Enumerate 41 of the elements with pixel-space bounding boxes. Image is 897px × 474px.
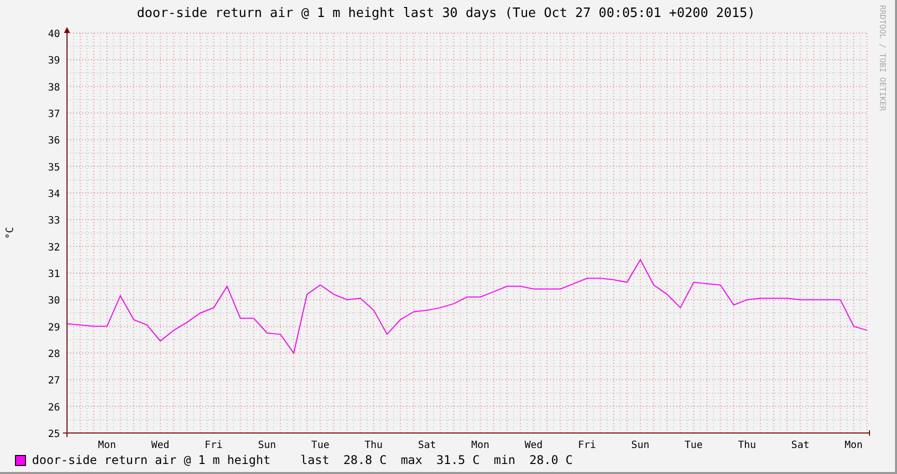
y-tick-label: 25: [48, 429, 60, 440]
x-tick-label: Sat: [418, 440, 436, 450]
y-tick-label: 35: [48, 162, 60, 174]
stat-value: 28.8 C: [343, 453, 387, 467]
stat-label: min: [494, 453, 516, 467]
y-tick-label: 29: [48, 322, 60, 334]
y-axis-label: °C: [5, 226, 16, 240]
stat-label: last: [300, 453, 330, 467]
stat-label: max: [400, 453, 422, 467]
x-tick-label: Sun: [258, 440, 276, 450]
y-tick-label: 32: [48, 242, 60, 254]
y-tick-label: 40: [48, 29, 60, 40]
x-tick-label: Mon: [471, 440, 490, 450]
stat-value: 31.5 C: [436, 453, 480, 467]
y-tick-label: 37: [48, 109, 60, 120]
y-tick-label: 38: [48, 82, 60, 94]
y-tick-label: 39: [48, 56, 60, 67]
x-tick-label: Wed: [151, 440, 170, 450]
y-tick-label: 30: [48, 296, 60, 307]
x-tick-label: Wed: [524, 440, 543, 450]
chart-title: door-side return air @ 1 m height last 30 days (Tue Oct 27 00:05:01 +0200 2015): [136, 5, 756, 23]
y-tick-label: 36: [48, 136, 60, 147]
x-tick-label: Mon: [844, 440, 863, 450]
x-tick-label: Fri: [204, 440, 223, 450]
stat-value: 28.0 C: [529, 453, 573, 467]
x-tick-label: Sat: [791, 440, 810, 450]
x-tick-label: Mon: [98, 440, 116, 450]
y-tick-label: 28: [48, 349, 60, 360]
x-tick-label: Fri: [578, 440, 596, 450]
y-tick-label: 31: [48, 269, 60, 280]
x-tick-label: Sun: [631, 440, 650, 450]
y-tick-label: 33: [48, 216, 60, 227]
y-tick-label: 26: [48, 402, 60, 414]
x-tick-label: Tue: [684, 440, 703, 450]
x-tick-label: Thu: [364, 440, 383, 450]
y-tick-label: 34: [48, 189, 60, 200]
x-tick-label: Thu: [738, 440, 756, 450]
side-credit: RRDTOOL / TOBI OETIKER: [877, 4, 887, 113]
legend-label: door-side return air @ 1 m height: [32, 453, 270, 467]
x-tick-label: Tue: [311, 440, 330, 450]
y-tick-label: 27: [48, 376, 60, 387]
